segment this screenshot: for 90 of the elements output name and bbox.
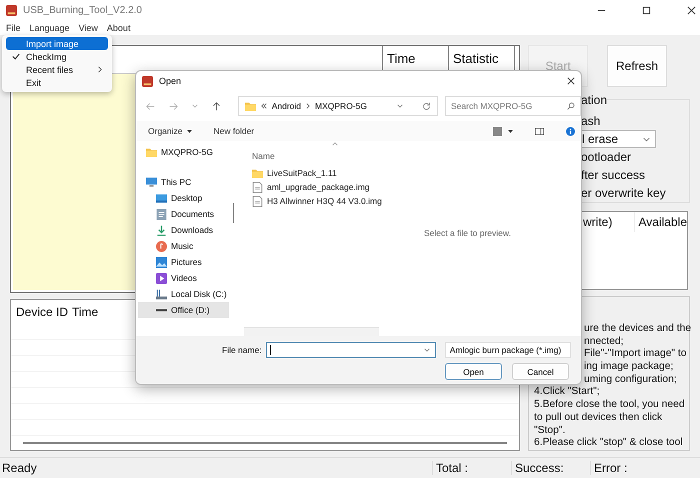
double-chevron-icon[interactable] <box>260 103 267 109</box>
instruction-text: File"-"Import image" to <box>584 348 687 362</box>
music-icon <box>156 240 167 252</box>
nav-item[interactable]: Music <box>138 238 229 254</box>
instruction-text: ing image package; <box>584 361 674 374</box>
column-header: Device ID <box>15 305 68 319</box>
search-field[interactable]: Search MXQPRO-5G <box>445 96 581 116</box>
window-title: USB_Burning_Tool_V2.2.0 <box>23 4 142 16</box>
total-label: Total : <box>432 461 511 475</box>
documents-icon <box>156 208 167 220</box>
list-entry[interactable]: H3 Allwinner H3Q 44 V3.0.img <box>252 194 581 208</box>
menu-item[interactable]: Import image <box>6 37 108 50</box>
dialog-button[interactable]: Open <box>445 363 502 380</box>
preview-message: Select a file to preview. <box>424 228 511 238</box>
toolbar-button[interactable]: Organize <box>148 126 192 136</box>
list-entry[interactable]: LiveSuitPack_1.11 <box>252 166 581 180</box>
view-icon[interactable] <box>493 126 502 136</box>
file-icon <box>252 196 263 206</box>
caret-icon <box>643 136 650 142</box>
option-label: ootloader <box>581 149 632 166</box>
preview-pane-icon[interactable] <box>535 126 544 136</box>
dialog-button[interactable]: Cancel <box>512 363 569 380</box>
address-bar[interactable]: Android MXQPRO-5G <box>238 96 438 116</box>
search-icon <box>567 102 576 110</box>
refresh-icon[interactable] <box>422 102 432 110</box>
toolbar-button[interactable]: New folder <box>214 126 254 136</box>
column-header: Available <box>634 212 687 232</box>
scrollbar[interactable] <box>233 203 234 223</box>
breadcrumb[interactable]: Android <box>272 101 302 111</box>
chevron-icon <box>306 103 310 109</box>
folder-icon <box>146 146 157 158</box>
close-icon[interactable] <box>687 6 696 14</box>
instruction-text: 6.Please click "stop" & close tool <box>534 437 683 450</box>
download-icon <box>156 224 167 236</box>
scrollbar[interactable] <box>244 327 379 336</box>
menu-item[interactable]: CheckImg <box>6 50 108 63</box>
disk-icon <box>156 288 167 300</box>
nav-item[interactable]: Local Disk (C:) <box>138 286 229 302</box>
help-icon[interactable] <box>566 126 575 136</box>
menu-item[interactable]: View <box>78 22 98 32</box>
up-arrow-icon[interactable] <box>212 102 221 110</box>
maximize-icon[interactable] <box>642 6 651 14</box>
file-type-dropdown[interactable]: Amlogic burn package (*.img) <box>444 342 571 358</box>
nav-item[interactable]: MXQPRO-5G <box>138 144 229 160</box>
nav-item[interactable]: Office (D:) <box>138 302 229 318</box>
menu-item[interactable]: File <box>6 22 21 32</box>
list-entry[interactable]: aml_upgrade_package.img <box>252 180 581 194</box>
app-logo-icon <box>6 4 17 16</box>
menu-item[interactable]: Language <box>30 22 70 32</box>
close-icon[interactable] <box>567 77 575 85</box>
nav-item[interactable]: This PC <box>138 174 229 190</box>
file-icon <box>252 182 263 192</box>
caret-icon <box>424 348 430 352</box>
action-button[interactable]: Refresh <box>607 45 667 88</box>
option-label: fter success <box>581 167 646 184</box>
menu-item[interactable]: Recent files <box>6 63 108 76</box>
nav-item[interactable]: Downloads <box>138 222 229 238</box>
column-header: Time <box>71 305 98 319</box>
column-header[interactable]: Name <box>252 151 275 161</box>
group-title: ation <box>581 93 608 108</box>
pictures-icon <box>156 256 167 268</box>
menu-item[interactable]: About <box>106 22 130 32</box>
caret-icon[interactable] <box>508 130 513 132</box>
success-label: Success: <box>511 461 590 475</box>
menu-item[interactable]: Exit <box>6 76 108 89</box>
column-header: write) <box>582 215 614 230</box>
status-text: Ready <box>1 461 38 475</box>
option-label: ash <box>581 113 600 130</box>
error-label: Error : <box>590 461 669 475</box>
folder-icon <box>244 100 256 112</box>
instruction-text: nnected; <box>584 336 624 348</box>
instruction-text: ure the devices and the <box>584 322 692 336</box>
instruction-text: 5.Before close the tool, you need to pull out devices then click "Stop". <box>534 399 686 438</box>
nav-item[interactable]: Videos <box>138 270 229 286</box>
breadcrumb[interactable]: MXQPRO-5G <box>315 101 367 111</box>
instruction-text: 4.Click "Start"; <box>534 386 600 400</box>
desktop-icon <box>156 192 167 204</box>
computer-icon <box>146 176 157 188</box>
field-label: File name: <box>222 344 262 354</box>
nav-item[interactable]: Pictures <box>138 254 229 270</box>
scrollbar[interactable] <box>23 442 507 444</box>
dialog-title: Open <box>159 76 182 86</box>
app-logo-icon <box>142 76 153 86</box>
instruction-text: uming configuration; <box>584 374 677 386</box>
nav-item[interactable]: Desktop <box>138 190 229 206</box>
sort-caret-icon <box>332 142 338 146</box>
file-name-field[interactable] <box>266 342 436 358</box>
nav-item[interactable]: Documents <box>138 206 229 222</box>
folder-icon <box>252 168 263 178</box>
videos-icon <box>156 272 167 284</box>
